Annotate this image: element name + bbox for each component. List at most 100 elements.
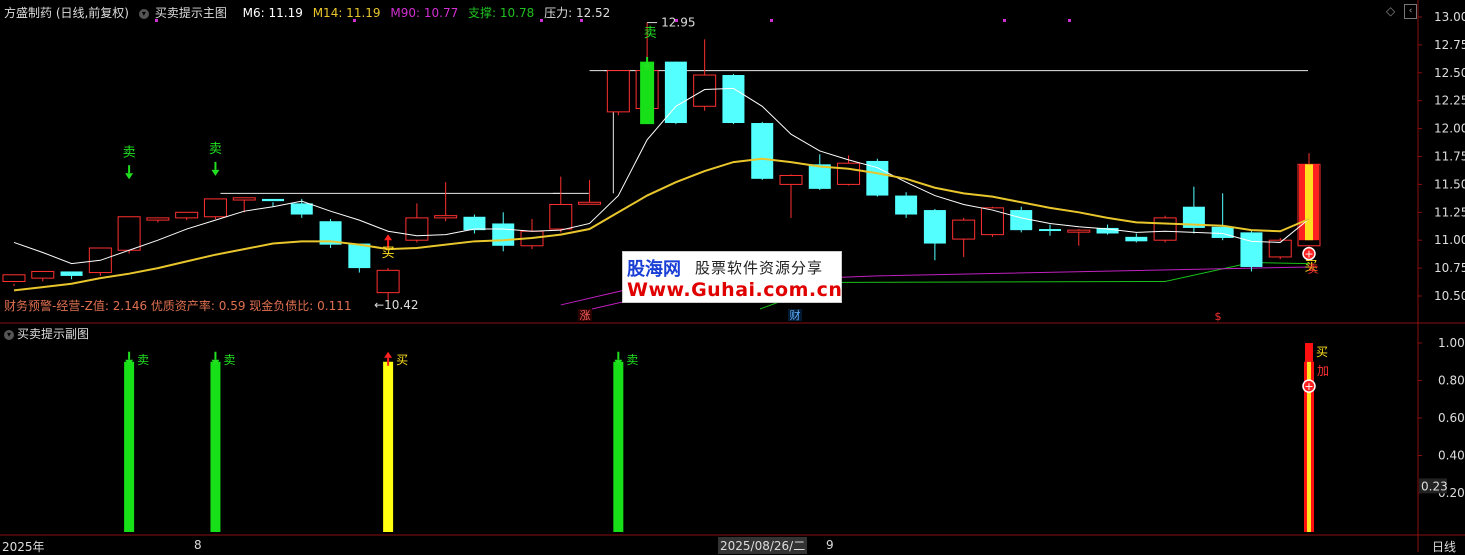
- chevron-down-icon: ▾: [138, 8, 149, 19]
- candle-up: [578, 201, 602, 205]
- candle-up: [31, 270, 55, 279]
- candle-up: [1067, 229, 1091, 233]
- top-marker: [770, 19, 773, 22]
- candle-up: [405, 217, 429, 241]
- top-marker: [1068, 19, 1071, 22]
- sub-bar-sell: [124, 361, 135, 532]
- indicator-name: 买卖提示主图: [154, 6, 227, 20]
- signal-candle-buy-core: [1305, 164, 1313, 241]
- sub-bar-sell: [613, 361, 624, 532]
- zhang-label: 涨: [580, 309, 591, 322]
- price-tick-label: 13.00: [1434, 10, 1465, 24]
- cai-label: 财: [790, 308, 801, 322]
- sell-arrow-icon: [125, 173, 134, 180]
- sub-tick-label: 1.00: [1438, 336, 1465, 350]
- candle-down: [1125, 236, 1148, 242]
- indicator-dropdown[interactable]: ▾ 买卖提示主图: [138, 6, 233, 20]
- pressure-label: 压力: 12.52: [544, 6, 611, 20]
- candle-up: [693, 74, 717, 107]
- price-tick-label: 11.50: [1434, 177, 1465, 191]
- sub-bar-strong-top: [1305, 343, 1313, 362]
- sub-chart-header[interactable]: ▾ 买卖提示副图: [4, 325, 89, 342]
- candle-down: [664, 61, 687, 124]
- candle-down: [1240, 232, 1263, 267]
- candle-up: [952, 219, 976, 240]
- candle-up: [434, 215, 458, 219]
- chart-header: 方盛制药 (日线,前复权) ▾ 买卖提示主图 M6: 11.19 M14: 11.…: [4, 4, 616, 21]
- ma6-line: [13, 87, 1310, 265]
- sub-current-value: 0.23: [1421, 479, 1448, 493]
- candle-up: [117, 216, 141, 251]
- candle-up: [1153, 217, 1177, 241]
- sub-buy-label: 买: [396, 353, 408, 367]
- candle-down: [751, 123, 774, 179]
- top-marker: [1003, 19, 1006, 22]
- price-tick-label: 12.25: [1434, 94, 1465, 108]
- ma14-label: M14: 11.19: [312, 6, 381, 20]
- dollar-label: $: [1215, 310, 1222, 323]
- time-label-aug: 8: [194, 538, 202, 552]
- candle-up: [549, 203, 573, 230]
- sub-tick-label: 0.40: [1438, 449, 1465, 463]
- candle-up: [376, 269, 400, 294]
- price-tick-label: 11.25: [1434, 205, 1465, 219]
- sub-buy-label: 买: [1316, 345, 1328, 359]
- support-label: 支撑: 10.78: [468, 6, 535, 20]
- candle-up: [203, 198, 227, 218]
- sub-bar-sell: [210, 361, 221, 532]
- sell-label: 卖: [644, 26, 657, 41]
- candle-up: [606, 70, 630, 113]
- buy-label: 买: [382, 246, 395, 261]
- time-cursor-date: 2025/08/26/二: [718, 537, 808, 554]
- time-label-year: 2025年: [2, 540, 45, 554]
- watermark-slogan: 股票软件资源分享: [695, 259, 824, 277]
- ma90-label: M90: 10.77: [390, 6, 459, 20]
- watermark-url: Www.Guhai.com.cn: [627, 279, 843, 301]
- candle-down: [60, 271, 83, 276]
- watermark-logo: 股海网: [627, 259, 681, 280]
- sub-chart-name: 买卖提示副图: [17, 327, 90, 341]
- sub-bar-buy: [383, 361, 394, 532]
- sub-jia-label: 加: [1317, 364, 1329, 378]
- candle-down: [866, 160, 889, 196]
- candle-up: [146, 217, 170, 221]
- price-tick-label: 12.00: [1434, 122, 1465, 136]
- sell-label: 卖: [209, 142, 222, 157]
- time-label-sep: 9: [826, 538, 834, 552]
- sub-tick-label: 0.80: [1438, 374, 1465, 388]
- price-tick-label: 11.00: [1434, 233, 1465, 247]
- buy-arrow-icon: [384, 234, 393, 241]
- candle-down: [722, 75, 745, 124]
- candle-up: [779, 174, 803, 185]
- sub-sell-label: 卖: [223, 353, 235, 367]
- sell-label: 卖: [123, 146, 136, 161]
- candle-down: [895, 195, 918, 215]
- stock-title[interactable]: 方盛制药 (日线,前复权): [4, 6, 129, 20]
- top-marker: [675, 19, 678, 22]
- high-label: 12.95: [661, 16, 695, 30]
- sell-arrow-icon: [211, 169, 220, 176]
- candle-down: [923, 210, 946, 244]
- candle-up: [232, 197, 256, 201]
- period-label[interactable]: 日线: [1432, 538, 1456, 555]
- chevron-down-icon: ▾: [4, 329, 14, 340]
- candle-down: [1010, 210, 1033, 231]
- price-tick-label: 12.75: [1434, 38, 1465, 52]
- watermark: 股海网 股票软件资源分享 Www.Guhai.com.cn: [622, 251, 842, 303]
- candle-down: [463, 216, 486, 231]
- diamond-icon[interactable]: ◇: [1386, 4, 1395, 18]
- signal-candle-sell: [640, 61, 655, 125]
- price-tick-label: 11.75: [1434, 150, 1465, 164]
- candle-down: [348, 243, 371, 269]
- candle-up: [2, 274, 26, 282]
- price-tick-label: 10.50: [1434, 289, 1465, 303]
- sub-tick-label: 0.60: [1438, 411, 1465, 425]
- scroll-up-icon[interactable]: ‹: [1404, 4, 1417, 19]
- sell-label-faint: 卖: [1308, 263, 1319, 276]
- candle-down: [290, 203, 313, 215]
- sub-buy-arrow-icon: [384, 351, 393, 358]
- sub-sell-label: 卖: [626, 353, 638, 367]
- candle-down: [492, 223, 515, 246]
- candle-down: [262, 198, 284, 202]
- price-tick-label: 10.75: [1434, 261, 1465, 275]
